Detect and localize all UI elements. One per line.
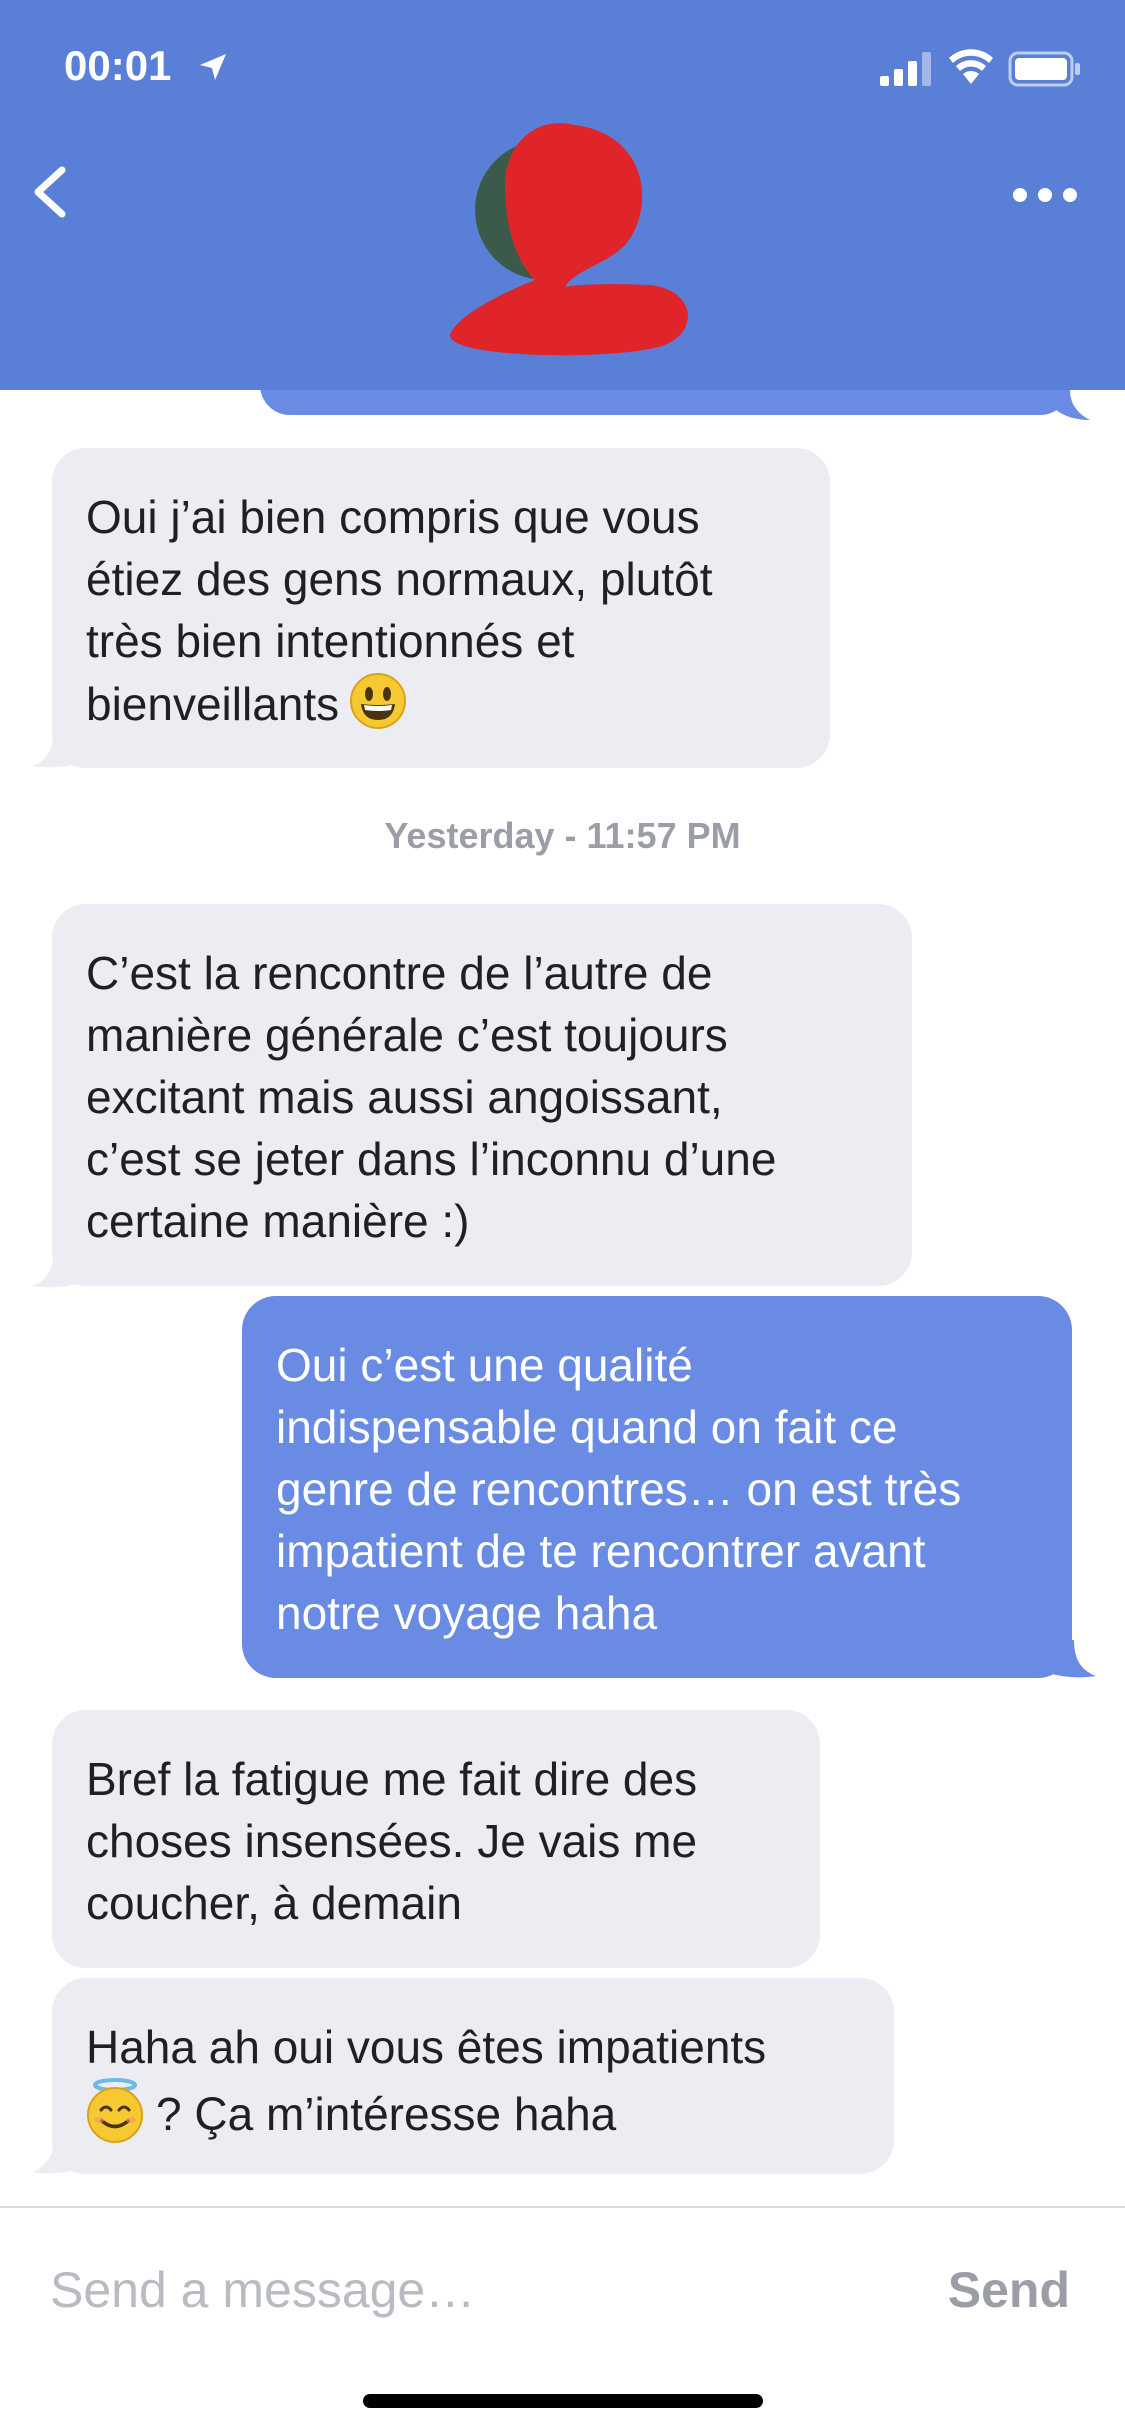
- received-message-bubble[interactable]: Haha ah oui vous êtes impatients ? Ça m’…: [52, 1978, 894, 2174]
- bubble-tail: [1050, 390, 1090, 420]
- message-line: excitant mais aussi angoissant,: [86, 1071, 723, 1123]
- message-line: C’est la rencontre de l’autre de: [86, 947, 713, 999]
- message-line: coucher, à demain: [86, 1877, 462, 1929]
- smiling-face-with-halo-emoji-icon: [87, 2078, 143, 2143]
- battery-icon: [1008, 51, 1080, 87]
- received-message-bubble[interactable]: Bref la fatigue me fait dire des choses …: [52, 1710, 820, 1968]
- message-line: très bien intentionnés et: [86, 615, 575, 667]
- home-indicator[interactable]: [363, 2394, 763, 2408]
- received-message-bubble[interactable]: C’est la rencontre de l’autre de manière…: [52, 904, 912, 1286]
- message-line: certaine manière :): [86, 1195, 470, 1247]
- message-line: genre de rencontres… on est très: [276, 1463, 962, 1515]
- message-line: choses insensées. Je vais me: [86, 1815, 698, 1867]
- wifi-icon: [949, 49, 993, 84]
- message-line: Haha ah oui vous êtes impatients: [86, 2021, 767, 2073]
- message-line: notre voyage haha: [276, 1587, 658, 1639]
- message-line: impatient de te rencontrer avant: [276, 1525, 926, 1577]
- message-line: indispensable quand on fait ce: [276, 1401, 898, 1453]
- composer-divider: [0, 2206, 1125, 2208]
- location-arrow-icon: [200, 54, 226, 80]
- conversation-header: 00:01: [0, 0, 1125, 390]
- message-line: Bref la fatigue me fait dire des: [86, 1753, 698, 1805]
- back-button[interactable]: [24, 160, 74, 224]
- received-message-bubble[interactable]: Oui j’ai bien compris que vous étiez des…: [52, 448, 830, 768]
- status-time: 00:01: [64, 42, 172, 89]
- cellular-signal-icon: [880, 52, 931, 86]
- message-timestamp: Yesterday - 11:57 PM: [384, 815, 741, 856]
- more-options-button[interactable]: [1010, 180, 1080, 210]
- grinning-face-emoji-icon: [350, 673, 407, 729]
- sent-message-bubble[interactable]: Oui c’est une qualité indispensable quan…: [242, 1296, 1072, 1678]
- message-line: Oui c’est une qualité: [276, 1339, 693, 1391]
- message-line: étiez des gens normaux, plutôt: [86, 553, 713, 605]
- message-input[interactable]: [50, 2250, 850, 2330]
- message-line: manière générale c’est toujours: [86, 1009, 728, 1061]
- message-line: Oui j’ai bien compris que vous: [86, 491, 700, 543]
- avatar[interactable]: [425, 115, 755, 365]
- message-line: c’est se jeter dans l’inconnu d’une: [86, 1133, 777, 1185]
- send-button[interactable]: Send: [920, 2250, 1070, 2330]
- message-line: bienveillants: [86, 678, 340, 730]
- message-line: ? Ça m’intéresse haha: [156, 2088, 617, 2140]
